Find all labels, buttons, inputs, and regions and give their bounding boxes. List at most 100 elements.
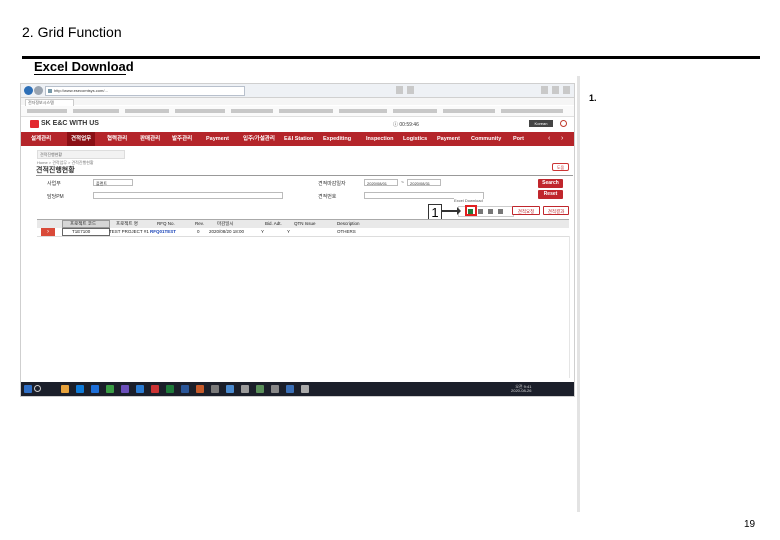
- bookmark-item[interactable]: [125, 109, 169, 113]
- column-header[interactable]: 마감일시: [217, 221, 234, 227]
- app-icon[interactable]: [301, 385, 309, 393]
- table-cell[interactable]: 0: [197, 229, 200, 234]
- menu-item[interactable]: 설계관리: [31, 132, 51, 146]
- home-icon[interactable]: [407, 86, 414, 94]
- document-title: 2. Grid Function: [22, 24, 122, 40]
- row-indicator-icon[interactable]: ›: [41, 228, 55, 236]
- column-header[interactable]: Rev.: [195, 221, 204, 226]
- filter-icon[interactable]: [478, 209, 483, 214]
- bookmark-item[interactable]: [175, 109, 225, 113]
- refresh-icon[interactable]: [396, 86, 403, 94]
- teams-icon[interactable]: [121, 385, 129, 393]
- menu-next-icon[interactable]: ›: [561, 135, 563, 142]
- search-button[interactable]: Search: [538, 179, 563, 188]
- menu-item[interactable]: 입주/가설관리: [243, 132, 275, 146]
- bookmark-item[interactable]: [73, 109, 119, 113]
- menu-item[interactable]: 견적업무: [67, 132, 96, 146]
- menu-item[interactable]: 협력관리: [107, 132, 127, 146]
- menu-prev-icon[interactable]: ‹: [548, 135, 550, 142]
- pm-field[interactable]: [93, 192, 283, 199]
- column-header[interactable]: 프로젝트 코드: [70, 221, 96, 227]
- chrome-icon[interactable]: [106, 385, 114, 393]
- app-icon[interactable]: [256, 385, 264, 393]
- menu-item[interactable]: Expediting: [323, 132, 351, 146]
- app-icon[interactable]: [226, 385, 234, 393]
- excel-download-highlight: [465, 205, 477, 216]
- table-cell[interactable]: RFQ01TEST: [150, 229, 176, 234]
- folder-icon[interactable]: [61, 385, 69, 393]
- grid-body: [37, 236, 570, 378]
- menu-item[interactable]: E&I Station: [284, 132, 313, 146]
- column-header[interactable]: Description: [337, 221, 360, 226]
- table-cell[interactable]: Y: [287, 229, 290, 234]
- grid-header: 프로젝트 코드 프로젝트 명 RFQ No. Rev. 마감일시 Bid. Adt. QTN…: [37, 219, 569, 228]
- bookmark-item[interactable]: [443, 109, 495, 113]
- powerpoint-icon[interactable]: [196, 385, 204, 393]
- menu-item[interactable]: Inspection: [366, 132, 394, 146]
- help-button[interactable]: 도움: [552, 163, 569, 171]
- pm-label: 담당PM: [47, 194, 64, 200]
- project-select[interactable]: 플랜트: [93, 179, 133, 186]
- menu-item[interactable]: Logistics: [403, 132, 427, 146]
- menu-item[interactable]: Community: [471, 132, 501, 146]
- date-to-field[interactable]: 2020/08/31: [407, 179, 441, 186]
- column-header[interactable]: 프로젝트 명: [116, 221, 138, 227]
- ie-icon[interactable]: [91, 385, 99, 393]
- table-cell[interactable]: Y: [261, 229, 264, 234]
- menu-item[interactable]: 판매관리: [140, 132, 160, 146]
- excel-icon[interactable]: [166, 385, 174, 393]
- browser-tab[interactable]: 전자정보시스템: [25, 99, 74, 106]
- back-icon[interactable]: [24, 86, 33, 95]
- menu-item[interactable]: Payment: [206, 132, 229, 146]
- browser-tab-bar: 전자정보시스템: [21, 98, 574, 106]
- app-icon[interactable]: [211, 385, 219, 393]
- bookmark-item[interactable]: [279, 109, 333, 113]
- column-header[interactable]: RFQ No.: [157, 221, 175, 226]
- section-heading: Excel Download: [34, 59, 134, 74]
- star-icon[interactable]: [541, 86, 548, 94]
- search-icon[interactable]: [34, 385, 41, 392]
- request-button[interactable]: 견적요청: [512, 206, 540, 215]
- forward-icon[interactable]: [34, 86, 43, 95]
- section-underline: [34, 74, 126, 75]
- menu-item[interactable]: Payment: [437, 132, 460, 146]
- callout-arrow: [442, 207, 461, 215]
- word-icon[interactable]: [181, 385, 189, 393]
- column-header[interactable]: Bid. Adt.: [265, 221, 282, 226]
- table-cell[interactable]: 2020/08/20 18:00: [209, 229, 244, 234]
- browser-address-bar: http://www.esecomtsys.com/...: [21, 84, 574, 98]
- edge-icon[interactable]: [76, 385, 84, 393]
- page-title: 견적진행현황: [36, 167, 75, 174]
- bookmark-item[interactable]: [501, 109, 563, 113]
- bookmark-item[interactable]: [393, 109, 437, 113]
- result-button[interactable]: 견적결과: [543, 206, 569, 215]
- print-icon[interactable]: [498, 209, 503, 214]
- smiley-icon[interactable]: [563, 86, 570, 94]
- app-icon[interactable]: [286, 385, 294, 393]
- app-icon[interactable]: [271, 385, 279, 393]
- clock[interactable]: 오전 9:41 2020-08-26: [511, 385, 531, 393]
- start-icon[interactable]: [24, 385, 32, 393]
- language-select[interactable]: Korean: [529, 120, 553, 127]
- open-tab-row[interactable]: 견적진행현황: [37, 150, 125, 159]
- sort-icon[interactable]: [488, 209, 493, 214]
- table-cell[interactable]: T1E7100: [72, 229, 90, 234]
- outlook-icon[interactable]: [136, 385, 144, 393]
- date-from-field[interactable]: 2020/08/01: [364, 179, 398, 186]
- column-header[interactable]: QTN Issue: [294, 221, 316, 226]
- menu-item[interactable]: Port: [513, 132, 524, 146]
- url-field[interactable]: http://www.esecomtsys.com/...: [45, 86, 245, 96]
- session-timer: ⓘ 00:59:46: [393, 122, 419, 128]
- bookmark-item[interactable]: [339, 109, 387, 113]
- bookmark-item[interactable]: [27, 109, 67, 113]
- app-logo[interactable]: SK E&C WITH US: [41, 120, 99, 127]
- app-icon[interactable]: [241, 385, 249, 393]
- reset-button[interactable]: Reset: [538, 190, 563, 199]
- table-cell[interactable]: TEST PROJECT #1: [109, 229, 149, 234]
- logout-icon[interactable]: [560, 120, 567, 127]
- menu-item[interactable]: 발주관리: [172, 132, 192, 146]
- bookmark-item[interactable]: [231, 109, 273, 113]
- table-cell[interactable]: OTHERS: [337, 229, 356, 234]
- gear-icon[interactable]: [552, 86, 559, 94]
- pdf-icon[interactable]: [151, 385, 159, 393]
